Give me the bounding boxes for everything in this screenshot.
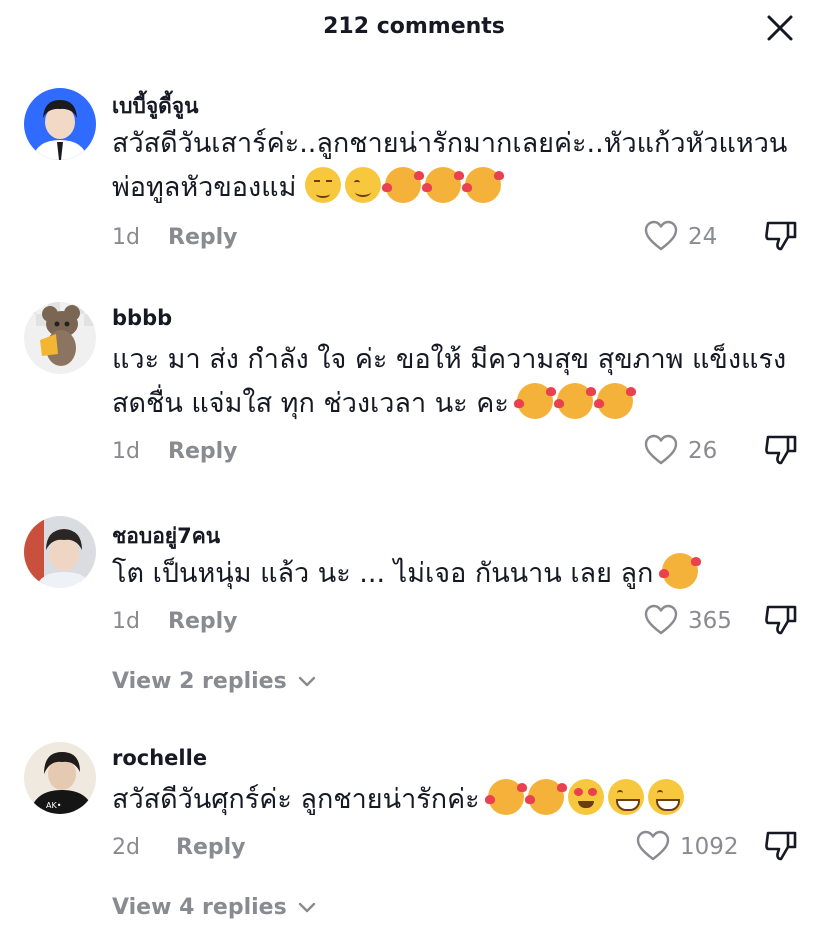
avatar[interactable] [24, 302, 96, 374]
like-count: 26 [688, 438, 718, 464]
close-icon [767, 15, 793, 41]
grinning-face-emoji [608, 779, 645, 815]
smiling-face-with-hearts-emoji [594, 383, 637, 419]
heart-icon [636, 830, 670, 861]
avatar[interactable] [24, 516, 96, 588]
comment-text-body: สวัสดีวันศุกร์ค่ะ ลูกชายน่ารักค่ะ [112, 784, 480, 815]
view-replies-button[interactable]: View 4 replies [112, 895, 316, 920]
comment-text: แวะ มา ส่ง กำลัง ใจ ค่ะ ขอให้ มีความสุข … [112, 338, 812, 426]
comments-header: 212 comments [0, 0, 828, 58]
reply-button[interactable]: Reply [176, 835, 246, 860]
heart-eyes-emoji [568, 779, 605, 815]
comment-username[interactable]: rochelle [112, 746, 207, 770]
view-replies-label: View 2 replies [112, 669, 287, 694]
dislike-button[interactable] [764, 219, 798, 257]
chevron-down-icon [299, 676, 316, 687]
smiling-face-with-hearts-emoji [421, 167, 464, 203]
avatar[interactable] [24, 88, 96, 160]
smiling-face-with-hearts-emoji [485, 779, 528, 815]
thumbs-down-icon [765, 605, 797, 635]
comment-username[interactable]: ชอบอยู่7คน [112, 520, 220, 553]
heart-icon [644, 434, 678, 465]
comment-text: โต เป็นหนุ่ม แล้ว นะ ... ไม่เจอ กันนาน เ… [112, 552, 812, 596]
smiling-face-with-hearts-emoji [381, 167, 424, 203]
comment-time: 1d [112, 439, 140, 464]
reply-button[interactable]: Reply [168, 439, 238, 464]
view-replies-label: View 4 replies [112, 895, 287, 920]
reply-button[interactable]: Reply [168, 609, 238, 634]
close-button[interactable] [762, 10, 798, 46]
dislike-button[interactable] [764, 603, 798, 641]
thumbs-down-icon [765, 221, 797, 251]
like-button[interactable] [644, 604, 678, 640]
svg-text:AK•: AK• [46, 801, 61, 810]
smiling-face-with-hearts-emoji [514, 383, 557, 419]
heart-icon [644, 220, 678, 251]
comment-text: สวัสดีวันเสาร์ค่ะ..ลูกชายน่ารักมากเลยค่ะ… [112, 122, 812, 210]
comment-text-body: แวะ มา ส่ง กำลัง ใจ ค่ะ ขอให้ มีความสุข … [112, 344, 787, 419]
like-count: 1092 [680, 834, 739, 860]
relieved-face-emoji [304, 167, 341, 203]
like-button[interactable] [636, 830, 670, 866]
thumbs-down-icon [765, 435, 797, 465]
like-count: 365 [688, 608, 732, 634]
comment-text-body: โต เป็นหนุ่ม แล้ว นะ ... ไม่เจอ กันนาน เ… [112, 558, 654, 589]
thumbs-down-icon [765, 831, 797, 861]
dislike-button[interactable] [764, 433, 798, 471]
like-button[interactable] [644, 220, 678, 256]
like-count: 24 [688, 224, 718, 250]
comments-count-title: 212 comments [323, 14, 505, 39]
reply-button[interactable]: Reply [168, 225, 238, 250]
smiling-face-with-hearts-emoji [461, 167, 504, 203]
like-button[interactable] [644, 434, 678, 470]
avatar[interactable]: AK• [24, 742, 96, 814]
grinning-face-emoji [648, 779, 685, 815]
comment-time: 1d [112, 225, 140, 250]
dislike-button[interactable] [764, 829, 798, 867]
comment-text: สวัสดีวันศุกร์ค่ะ ลูกชายน่ารักค่ะ [112, 778, 812, 822]
view-replies-button[interactable]: View 2 replies [112, 669, 316, 694]
heart-icon [644, 604, 678, 635]
smiling-face-with-hearts-emoji [554, 383, 597, 419]
comment-time: 2d [112, 835, 140, 860]
comment-time: 1d [112, 609, 140, 634]
comment-username[interactable]: เบบี้จูดี้จูน [112, 90, 198, 123]
smiling-face-emoji [344, 167, 381, 203]
smiling-face-with-hearts-emoji [659, 553, 701, 589]
comment-username[interactable]: bbbb [112, 306, 172, 330]
chevron-down-icon [299, 902, 316, 913]
smiling-face-with-hearts-emoji [525, 779, 568, 815]
